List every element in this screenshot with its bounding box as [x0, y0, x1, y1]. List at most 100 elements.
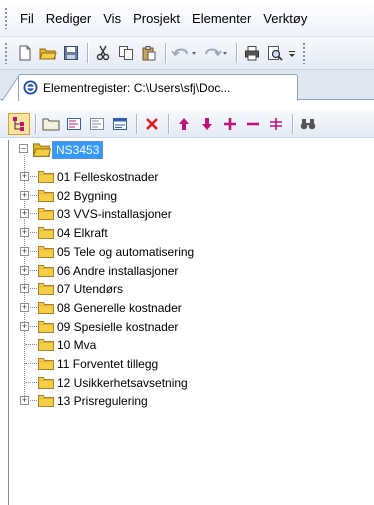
menu-bar: Fil Rediger Vis Prosjekt Elementer Verkt…: [0, 0, 374, 36]
tree-expand-toggle[interactable]: +: [20, 190, 29, 200]
tree-item-label: 05 Tele og automatisering: [57, 244, 195, 259]
edit-element-button[interactable]: [86, 113, 108, 135]
collapse-button[interactable]: [242, 113, 264, 135]
tree-expand-toggle[interactable]: +: [20, 321, 29, 331]
paste-button[interactable]: [138, 42, 160, 64]
save-icon: [64, 46, 78, 60]
menu-elementer[interactable]: Elementer: [186, 11, 257, 26]
root-collapse-toggle[interactable]: –: [19, 144, 28, 153]
folder-icon: [38, 376, 54, 389]
new-folder-button[interactable]: [40, 113, 62, 135]
tree-expand-toggle[interactable]: +: [20, 396, 29, 406]
tree-root-label[interactable]: NS3453: [52, 141, 104, 159]
scissors-icon: [96, 45, 110, 61]
menu-fil[interactable]: Fil: [14, 11, 40, 26]
tree-item[interactable]: 12 Usikkerhetsavsetning: [9, 373, 369, 393]
move-up-button[interactable]: [173, 113, 195, 135]
cut-button[interactable]: [92, 42, 114, 64]
menu-prosjekt[interactable]: Prosjekt: [127, 11, 186, 26]
toolbar-grip[interactable]: [302, 42, 306, 64]
tab-label: Elementregister: C:\Users\sfj\Doc...: [43, 81, 231, 95]
tree-item-label: 03 VVS-installasjoner: [57, 207, 172, 222]
tree-view-button[interactable]: [8, 112, 30, 135]
redo-icon: [205, 48, 227, 57]
arrow-up-icon: [179, 117, 189, 130]
tree-item-label: 12 Usikkerhetsavsetning: [57, 375, 188, 390]
save-button[interactable]: [60, 42, 82, 64]
document-tabstrip: Elementregister: C:\Users\sfj\Doc...: [0, 70, 374, 101]
redo-button[interactable]: [201, 42, 231, 64]
folder-icon: [38, 320, 54, 333]
tree-item-label: 06 Andre installasjoner: [57, 263, 179, 278]
tree-expand-toggle[interactable]: +: [20, 209, 29, 219]
folder-icon: [38, 283, 54, 296]
undo-button[interactable]: [170, 42, 200, 64]
print-preview-icon: [268, 46, 283, 61]
expand-button[interactable]: [219, 113, 241, 135]
folder-icon: [38, 171, 54, 183]
copy-button[interactable]: [115, 42, 137, 64]
tree-expand-toggle[interactable]: +: [20, 284, 29, 294]
delete-button[interactable]: [141, 113, 163, 135]
toolbar-separator: [168, 113, 169, 134]
tree-item[interactable]: +01 Felleskostnader: [9, 167, 369, 187]
tree-item-label: 02 Bygning: [57, 188, 118, 203]
menubar-grip[interactable]: [4, 7, 8, 29]
folder-icon: [38, 358, 54, 370]
tree-expand-toggle[interactable]: +: [20, 228, 29, 238]
toolbar-grip[interactable]: [4, 42, 8, 64]
tree-connector-line: [25, 381, 37, 383]
new-element-button[interactable]: [63, 113, 85, 135]
tree-item[interactable]: +03 VVS-installasjoner: [9, 204, 369, 224]
toolbar-separator: [35, 113, 36, 134]
tree-item[interactable]: 11 Forventet tillegg: [9, 354, 369, 374]
undo-icon: [171, 48, 196, 57]
find-button[interactable]: [297, 113, 319, 135]
folder-open-icon: [33, 143, 51, 157]
properties-button[interactable]: [109, 113, 131, 135]
toolbar-separator: [87, 43, 88, 63]
tree-expand-toggle[interactable]: +: [20, 246, 29, 256]
tree-item-label: 01 Felleskostnader: [57, 170, 159, 184]
toolbar-separator: [292, 113, 293, 134]
plus-icon: [224, 117, 236, 130]
print-button[interactable]: [241, 42, 263, 64]
printer-icon: [245, 46, 259, 61]
tree-item[interactable]: +13 Prisregulering: [9, 391, 369, 411]
insert-between-button[interactable]: [265, 113, 287, 135]
toolbar-separator: [165, 43, 166, 63]
main-toolbar: [0, 36, 374, 70]
tree-item[interactable]: +02 Bygning: [9, 186, 369, 206]
folder-icon: [42, 118, 60, 131]
move-down-button[interactable]: [196, 113, 218, 135]
tree-item[interactable]: +05 Tele og automatisering: [9, 242, 369, 262]
paste-icon: [142, 46, 156, 61]
tree-item-label: 08 Generelle kostnader: [57, 300, 182, 315]
tree-item[interactable]: +07 Utendørs: [9, 279, 369, 299]
element-register-icon: [23, 80, 38, 95]
tree-expand-toggle[interactable]: +: [20, 265, 29, 275]
menu-rediger[interactable]: Rediger: [40, 11, 98, 26]
toolbar-overflow-button[interactable]: [287, 42, 297, 64]
tree-item-label: 09 Spesielle kostnader: [57, 319, 179, 334]
tree-expand-toggle[interactable]: +: [20, 172, 29, 181]
new-document-button[interactable]: [14, 42, 36, 64]
tree-item[interactable]: +06 Andre installasjoner: [9, 261, 369, 281]
tree-view-icon: [13, 116, 24, 131]
tree-item[interactable]: +08 Generelle kostnader: [9, 298, 369, 318]
tree-item[interactable]: +04 Elkraft: [9, 223, 369, 243]
print-preview-button[interactable]: [264, 42, 286, 64]
tree-item[interactable]: +09 Spesielle kostnader: [9, 317, 369, 337]
tree-connector-line: [25, 344, 37, 346]
new-document-icon: [19, 45, 31, 61]
tree-connector-line: [25, 363, 37, 364]
menu-verktoy[interactable]: Verktøy: [257, 11, 313, 26]
tab-elementregister[interactable]: Elementregister: C:\Users\sfj\Doc...: [18, 74, 298, 101]
tree-item[interactable]: 10 Mva: [9, 335, 369, 355]
tree-expand-toggle[interactable]: +: [20, 302, 29, 312]
minus-icon: [247, 122, 259, 125]
folder-icon: [38, 264, 54, 277]
open-button[interactable]: [37, 42, 59, 64]
menu-vis[interactable]: Vis: [97, 11, 127, 26]
toolbar-separator: [136, 113, 137, 134]
